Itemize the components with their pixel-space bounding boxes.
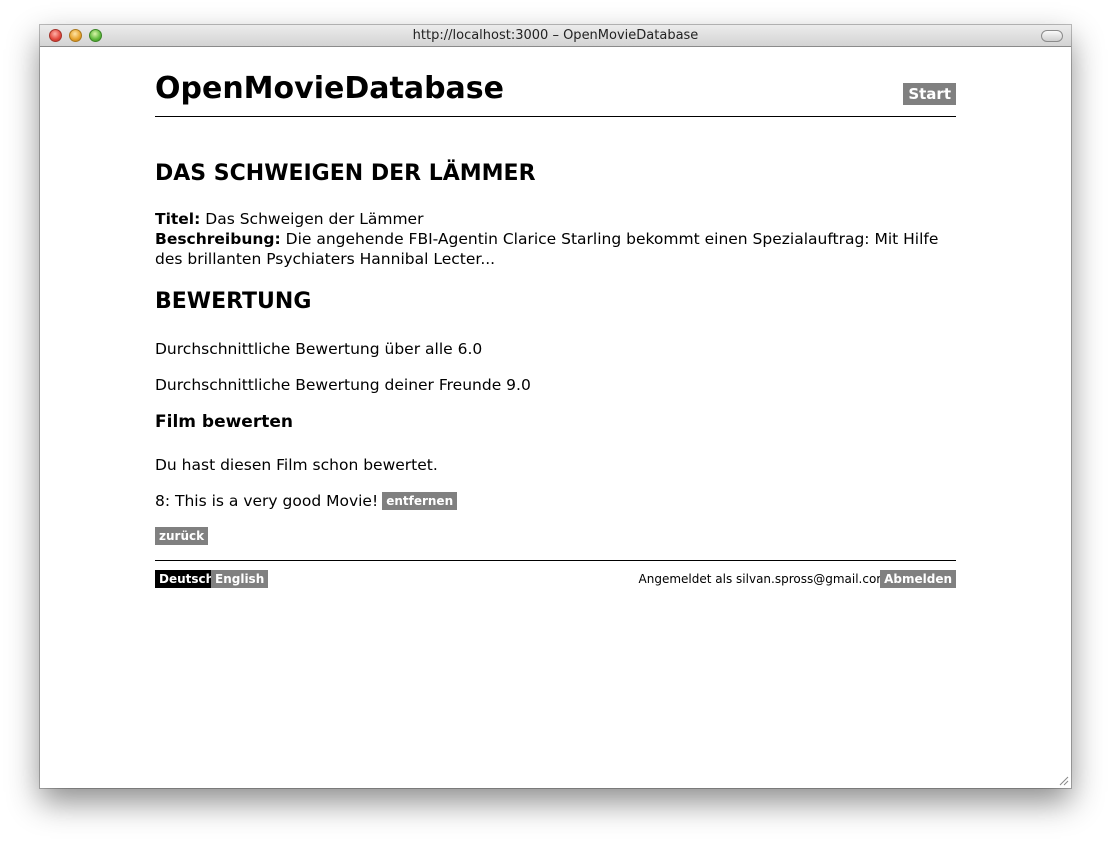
rate-movie-heading: Film bewerten <box>155 412 293 432</box>
own-rating-row: 8: This is a very good Movie! entfernen <box>155 491 458 511</box>
avg-rating-friends-label: Durchschnittliche Bewertung deiner Freun… <box>155 376 502 394</box>
avg-rating-friends: Durchschnittliche Bewertung deiner Freun… <box>155 375 531 395</box>
language-english-button[interactable]: English <box>211 570 269 588</box>
movie-description-row: Beschreibung: Die angehende FBI-Agentin … <box>155 229 956 269</box>
logged-in-info: Angemeldet als silvan.spross@gmail.com <box>638 572 888 586</box>
site-title[interactable]: OpenMovieDatabase <box>155 74 504 104</box>
movie-title-row: Titel: Das Schweigen der Lämmer <box>155 209 956 229</box>
page-header: OpenMovieDatabase Start <box>155 47 956 117</box>
resize-grip-icon[interactable] <box>1057 774 1069 786</box>
avg-rating-all: Durchschnittliche Bewertung über alle 6.… <box>155 339 482 359</box>
remove-rating-button[interactable]: entfernen <box>382 492 458 510</box>
logout-button[interactable]: Abmelden <box>880 570 956 588</box>
window-titlebar: http://localhost:3000 – OpenMovieDatabas… <box>40 25 1071 47</box>
window-title: http://localhost:3000 – OpenMovieDatabas… <box>412 28 699 43</box>
back-button[interactable]: zurück <box>155 527 209 545</box>
movie-title-value: Das Schweigen der Lämmer <box>205 210 424 228</box>
toolbar-toggle-icon[interactable] <box>1041 30 1063 42</box>
movie-details: Titel: Das Schweigen der Lämmer Beschrei… <box>155 209 956 269</box>
movie-description-label: Beschreibung: <box>155 230 281 248</box>
page-content: OpenMovieDatabase Start DAS SCHWEIGEN DE… <box>155 47 956 588</box>
movie-title-label: Titel: <box>155 210 201 228</box>
avg-rating-friends-value: 9.0 <box>506 376 531 394</box>
language-german-button[interactable]: Deutsch <box>155 570 219 588</box>
own-rating-text: 8: This is a very good Movie! <box>155 492 379 510</box>
start-button[interactable]: Start <box>903 83 956 105</box>
movie-heading: DAS SCHWEIGEN DER LÄMMER <box>155 161 536 186</box>
avg-rating-all-label: Durchschnittliche Bewertung über alle <box>155 340 453 358</box>
already-rated-text: Du hast diesen Film schon bewertet. <box>155 456 438 474</box>
browser-window: http://localhost:3000 – OpenMovieDatabas… <box>40 25 1071 788</box>
avg-rating-all-value: 6.0 <box>457 340 483 358</box>
rating-heading: BEWERTUNG <box>155 289 312 314</box>
page-footer: Deutsch English Angemeldet als silvan.sp… <box>155 560 956 591</box>
